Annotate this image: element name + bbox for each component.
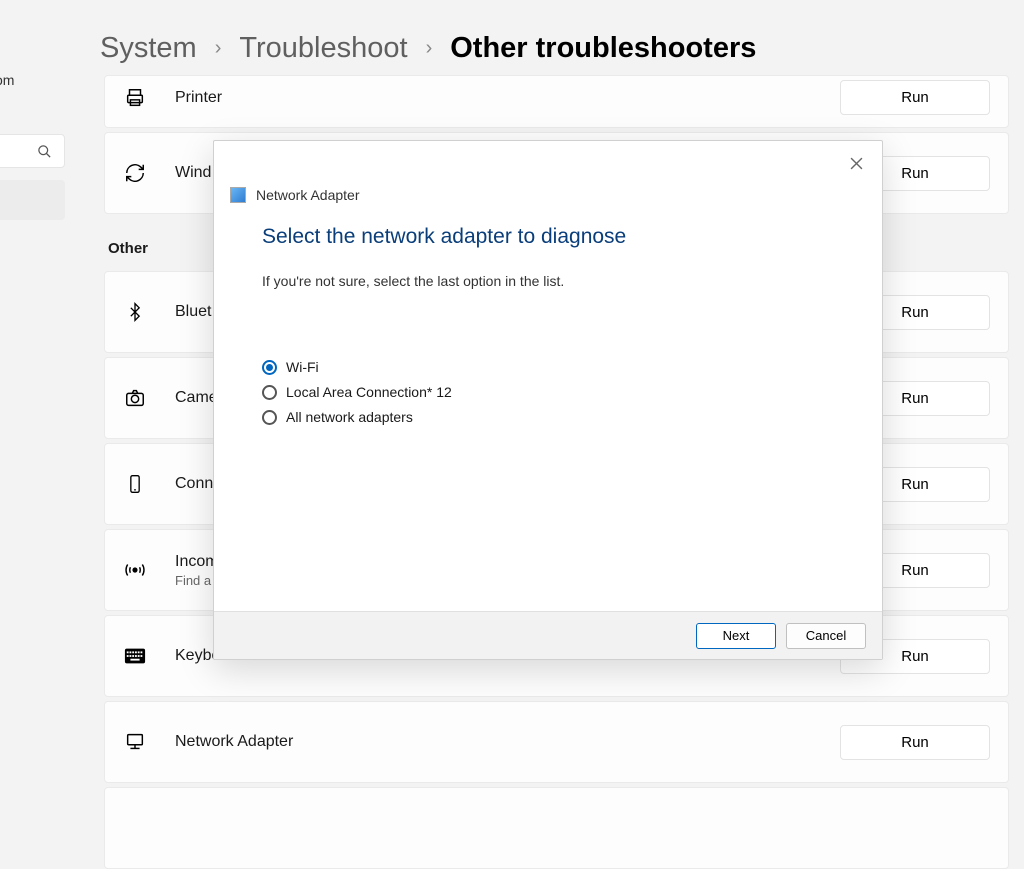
radio-label: Local Area Connection* 12 <box>286 384 452 400</box>
breadcrumb-system[interactable]: System <box>100 32 197 65</box>
ts-label: Network Adapter <box>175 733 840 751</box>
radio-icon <box>262 360 277 375</box>
radio-local-area-connection[interactable]: Local Area Connection* 12 <box>262 384 834 400</box>
left-nav-label: om <box>0 72 14 88</box>
radio-label: All network adapters <box>286 409 413 425</box>
dialog-title: Network Adapter <box>256 187 360 203</box>
phone-icon <box>123 472 147 496</box>
radio-wifi[interactable]: Wi-Fi <box>262 359 834 375</box>
ts-next-item[interactable] <box>104 787 1009 869</box>
radio-label: Wi-Fi <box>286 359 319 375</box>
chevron-right-icon: › <box>215 37 222 60</box>
troubleshooter-icon <box>230 187 246 203</box>
breadcrumb-current: Other troubleshooters <box>450 32 756 65</box>
cancel-button[interactable]: Cancel <box>786 623 866 649</box>
refresh-icon <box>123 161 147 185</box>
adapter-radio-group: Wi-Fi Local Area Connection* 12 All netw… <box>214 289 882 425</box>
antenna-icon <box>123 558 147 582</box>
next-button[interactable]: Next <box>696 623 776 649</box>
run-button[interactable]: Run <box>840 80 990 115</box>
search-icon <box>37 144 52 159</box>
chevron-right-icon: › <box>426 37 433 60</box>
close-button[interactable] <box>842 149 870 177</box>
nav-item-selected[interactable] <box>0 180 65 220</box>
left-nav-partial: om <box>0 0 65 831</box>
dialog-footer: Next Cancel <box>214 611 882 659</box>
monitor-network-icon <box>123 730 147 754</box>
radio-icon <box>262 385 277 400</box>
ts-label: Printer <box>175 89 840 107</box>
search-input[interactable] <box>0 134 65 168</box>
radio-icon <box>262 410 277 425</box>
ts-network-adapter[interactable]: Network Adapter Run <box>104 701 1009 783</box>
breadcrumb-troubleshoot[interactable]: Troubleshoot <box>239 32 407 65</box>
breadcrumb: System › Troubleshoot › Other troublesho… <box>100 32 756 65</box>
network-adapter-dialog: Network Adapter Select the network adapt… <box>213 140 883 660</box>
radio-all-adapters[interactable]: All network adapters <box>262 409 834 425</box>
ts-printer[interactable]: Printer Run <box>104 75 1009 128</box>
camera-icon <box>123 386 147 410</box>
dialog-heading: Select the network adapter to diagnose <box>214 203 882 249</box>
dialog-subtext: If you're not sure, select the last opti… <box>214 249 882 289</box>
run-button[interactable]: Run <box>840 725 990 760</box>
dialog-title-row: Network Adapter <box>214 141 882 203</box>
bluetooth-icon <box>123 300 147 324</box>
keyboard-icon <box>123 644 147 668</box>
generic-icon <box>123 816 147 840</box>
printer-icon <box>123 86 147 110</box>
